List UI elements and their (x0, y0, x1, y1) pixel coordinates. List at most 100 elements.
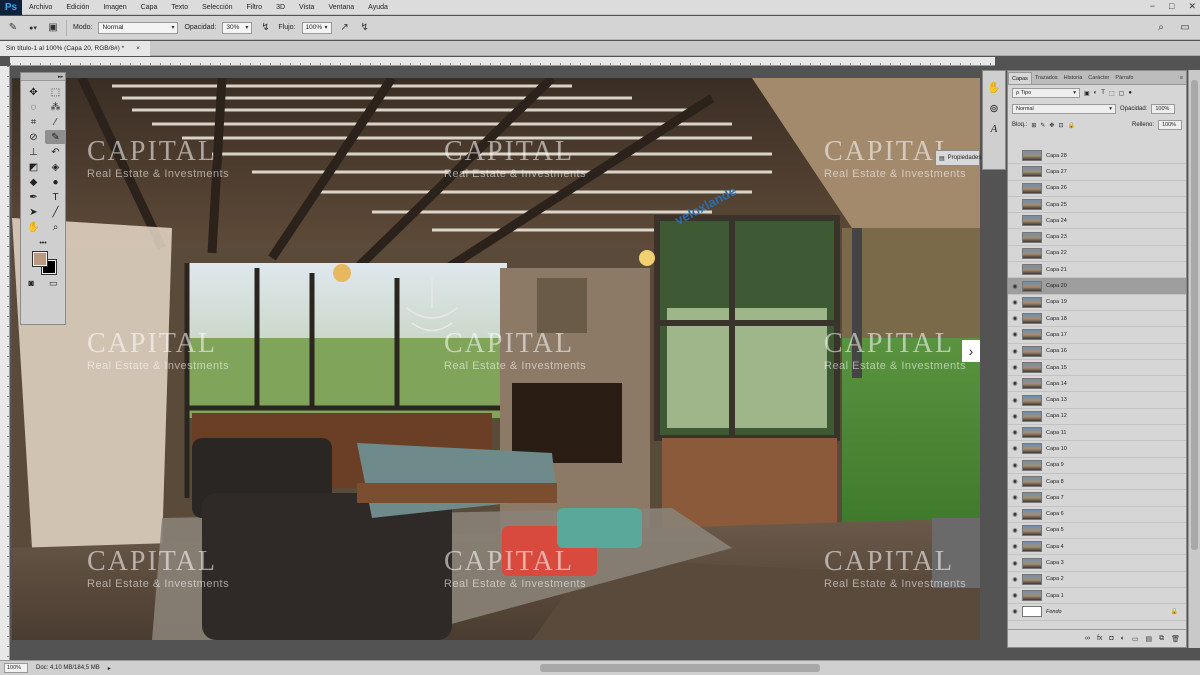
nav-arrow-button[interactable]: › (962, 340, 980, 362)
menu-item[interactable]: Edición (59, 4, 96, 11)
menu-item[interactable]: Texto (164, 4, 195, 11)
duplicate-icon[interactable]: ⧉ (1159, 635, 1164, 643)
layer-row[interactable]: ◉ Capa 13 (1008, 392, 1186, 409)
visibility-eye-icon[interactable]: ◉ (1008, 608, 1022, 615)
quick-mask-icon[interactable]: ◙ (29, 278, 34, 289)
visibility-eye-icon[interactable]: ◉ (1008, 331, 1022, 338)
pressure-opacity-icon[interactable]: ↯ (258, 21, 272, 35)
visibility-eye-icon[interactable]: ◉ (1008, 592, 1022, 599)
vertical-ruler[interactable] (0, 66, 10, 661)
layer-row[interactable]: ◉ Capa 9 (1008, 458, 1186, 474)
clone-source-icon[interactable]: ⊚ (989, 102, 998, 115)
lasso-tool-icon[interactable]: ◌ (23, 100, 44, 114)
panel-menu-icon[interactable]: ≡ (1177, 72, 1186, 84)
visibility-eye-icon[interactable]: ◉ (1008, 494, 1022, 501)
lock-all-icon[interactable]: 🔒 (1067, 122, 1074, 129)
eyedropper-tool-icon[interactable]: ⁄ (45, 115, 66, 129)
close-tab-icon[interactable]: × (136, 45, 140, 52)
brush-panel-icon[interactable]: ✋ (987, 81, 1001, 94)
layer-row[interactable]: ◉ Capa 11 (1008, 425, 1186, 442)
layer-row[interactable]: ◉ Capa 5 (1008, 523, 1186, 540)
brush-panel-icon[interactable]: ▣ (46, 21, 60, 35)
layer-row[interactable]: ◉ Capa 3 (1008, 555, 1186, 572)
menu-item[interactable]: Filtro (240, 4, 270, 11)
line-tool-icon[interactable]: ╱ (45, 205, 66, 219)
visibility-eye-icon[interactable]: ◉ (1008, 576, 1022, 583)
layer-row[interactable]: ◉ Capa 12 (1008, 409, 1186, 426)
mode-select[interactable]: Normal ▾ (98, 21, 179, 34)
move-tool-icon[interactable]: ✥ (23, 85, 44, 99)
add-mask-icon[interactable]: ◘ (1109, 635, 1113, 642)
magic-wand-tool-icon[interactable]: ⁂ (45, 100, 66, 114)
zoom-field[interactable]: 100% (4, 663, 28, 673)
lock-transparent-icon[interactable]: ⊞ (1031, 122, 1036, 129)
scrollbar-thumb[interactable] (1191, 80, 1198, 550)
pressure-size-icon[interactable]: ↯ (358, 21, 372, 35)
horizontal-ruler[interactable] (10, 57, 995, 66)
layer-row[interactable]: Capa 27 (1008, 164, 1186, 181)
visibility-eye-icon[interactable]: ◉ (1008, 348, 1022, 355)
visibility-eye-icon[interactable]: ◉ (1008, 527, 1022, 534)
menu-item[interactable]: 3D (269, 4, 292, 11)
link-layers-icon[interactable]: ∞ (1085, 635, 1090, 642)
layer-opacity-field[interactable]: 100% (1151, 104, 1176, 114)
layer-filter-select[interactable]: ρ Tipo ▾ (1012, 88, 1080, 98)
type-tool-icon[interactable]: T (45, 190, 66, 204)
menu-item[interactable]: Vista (292, 4, 321, 11)
layer-row[interactable]: Capa 26 (1008, 181, 1186, 197)
layer-row[interactable]: ◉ Capa 18 (1008, 311, 1186, 328)
layer-row[interactable]: ◉ Capa 17 (1008, 327, 1186, 344)
visibility-eye-icon[interactable]: ◉ (1008, 413, 1022, 420)
paint-bucket-tool-icon[interactable]: ◈ (45, 160, 66, 174)
workspace-icon[interactable]: ▭ (1178, 20, 1192, 34)
tab-carácter[interactable]: Carácter (1085, 72, 1112, 84)
crop-tool-icon[interactable]: ⌗ (23, 115, 44, 129)
hand-tool-icon[interactable]: ✋ (23, 220, 44, 234)
visibility-eye-icon[interactable]: ◉ (1008, 397, 1022, 404)
brush-tool-icon[interactable]: ✎ (45, 130, 66, 144)
filter-type-icon[interactable]: T (1101, 90, 1105, 96)
healing-brush-tool-icon[interactable]: ⊘ (23, 130, 44, 144)
visibility-eye-icon[interactable]: ◉ (1008, 511, 1022, 518)
properties-button[interactable]: ▤ Propiedades (935, 150, 981, 166)
menu-item[interactable]: Ventana (321, 4, 361, 11)
new-group-icon[interactable]: ▭ (1132, 635, 1139, 643)
visibility-eye-icon[interactable]: ◉ (1008, 364, 1022, 371)
visibility-eye-icon[interactable]: ◉ (1008, 380, 1022, 387)
visibility-eye-icon[interactable]: ◉ (1008, 462, 1022, 469)
blend-mode-select[interactable]: Normal ▾ (1012, 104, 1116, 114)
layer-row[interactable]: ◉ Capa 15 (1008, 360, 1186, 377)
maximize-button[interactable]: □ (1169, 1, 1174, 12)
search-icon[interactable]: ⌕ (1154, 20, 1168, 34)
new-layer-icon[interactable]: ▤ (1145, 635, 1152, 643)
brush-preset-icon[interactable]: ✎ (6, 21, 20, 35)
layer-row[interactable]: ◉ Capa 16 (1008, 344, 1186, 360)
character-panel-icon[interactable]: A (991, 123, 998, 135)
menu-item[interactable]: Selección (195, 4, 239, 11)
layer-row[interactable]: ◉ Capa 1 (1008, 588, 1186, 605)
visibility-eye-icon[interactable]: ◉ (1008, 315, 1022, 322)
filter-toggle-icon[interactable]: ● (1128, 90, 1132, 96)
filter-smart-icon[interactable]: ▢ (1119, 90, 1125, 97)
clone-stamp-tool-icon[interactable]: ⊥ (23, 145, 44, 159)
menu-item[interactable]: Capa (134, 4, 165, 11)
tab-capas[interactable]: Capas (1008, 72, 1032, 84)
airbrush-icon[interactable]: ↗ (338, 21, 352, 35)
lock-artboard-icon[interactable]: ⊡ (1058, 122, 1063, 129)
eraser-tool-icon[interactable]: ◩ (23, 160, 44, 174)
filter-pixel-icon[interactable]: ▣ (1084, 90, 1090, 97)
menu-item[interactable]: Imagen (96, 4, 133, 11)
layer-row[interactable]: Capa 24 (1008, 213, 1186, 230)
layer-row[interactable]: ◉ Capa 19 (1008, 295, 1186, 311)
layer-style-icon[interactable]: fx (1097, 635, 1102, 642)
path-selection-tool-icon[interactable]: ➤ (23, 205, 44, 219)
layer-row[interactable]: Capa 28 (1008, 148, 1186, 165)
tab-párrafo[interactable]: Párrafo (1112, 72, 1136, 84)
adjustment-layer-icon[interactable]: ◐ (1121, 635, 1125, 642)
close-button[interactable]: ✕ (1188, 1, 1196, 12)
layer-row[interactable]: Capa 23 (1008, 229, 1186, 246)
history-brush-tool-icon[interactable]: ↶ (45, 145, 66, 159)
panel-scrollbar[interactable] (1188, 70, 1200, 648)
visibility-eye-icon[interactable]: ◉ (1008, 478, 1022, 485)
tab-trazados[interactable]: Trazados (1032, 72, 1061, 84)
